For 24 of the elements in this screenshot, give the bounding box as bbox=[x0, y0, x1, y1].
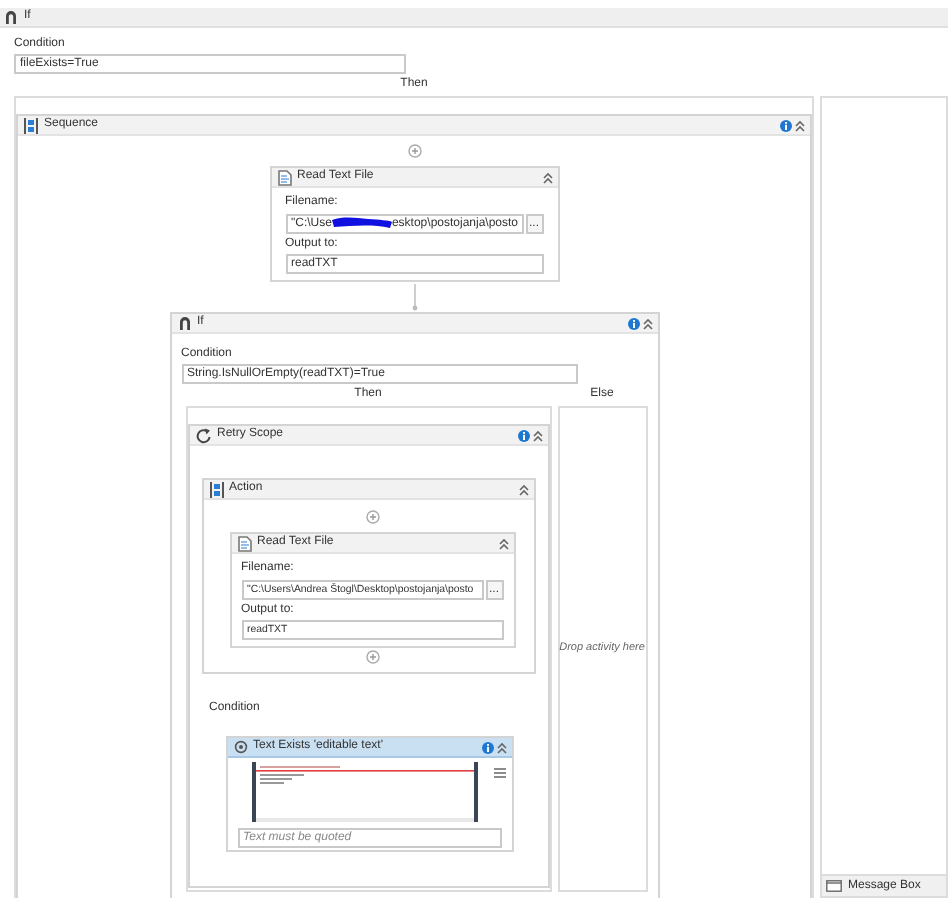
retry-icon bbox=[195, 427, 211, 443]
connector-line bbox=[411, 284, 417, 312]
collapse-icon[interactable] bbox=[497, 537, 509, 549]
info-icon[interactable] bbox=[517, 429, 529, 441]
if-icon bbox=[4, 10, 18, 24]
menu-icon[interactable] bbox=[493, 768, 505, 780]
sequence-icon bbox=[24, 117, 38, 133]
message-box-icon bbox=[826, 880, 842, 892]
collapse-icon[interactable] bbox=[794, 119, 806, 131]
add-activity-icon[interactable] bbox=[407, 144, 421, 158]
add-activity-icon[interactable] bbox=[365, 650, 379, 664]
collapse-icon[interactable] bbox=[495, 741, 507, 753]
collapse-icon[interactable] bbox=[641, 317, 653, 329]
collapse-icon[interactable] bbox=[541, 171, 553, 183]
collapse-icon[interactable] bbox=[531, 429, 543, 441]
redaction-mark bbox=[331, 216, 392, 229]
if-icon bbox=[177, 316, 191, 330]
target-icon bbox=[233, 740, 247, 754]
info-icon[interactable] bbox=[780, 119, 792, 131]
info-icon[interactable] bbox=[627, 317, 639, 329]
add-activity-icon[interactable] bbox=[365, 510, 379, 524]
sequence-icon bbox=[209, 481, 223, 497]
info-icon[interactable] bbox=[481, 741, 493, 753]
collapse-icon[interactable] bbox=[517, 483, 529, 495]
